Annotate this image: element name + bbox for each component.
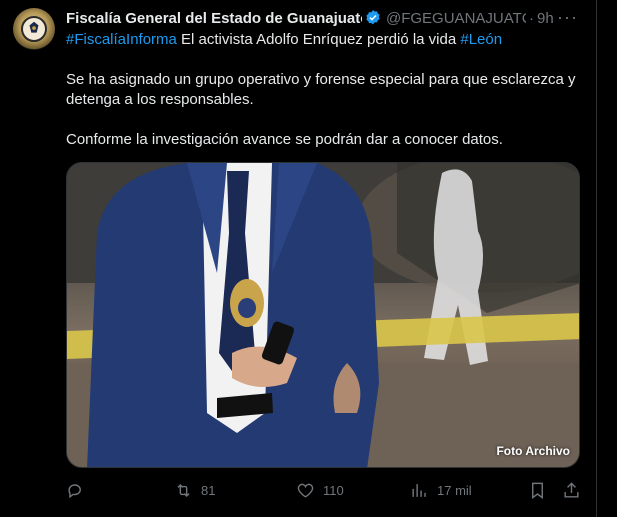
retweet-count: 81	[201, 482, 216, 498]
reply-icon	[68, 483, 81, 498]
action-bar: 81 110 17 mil	[66, 478, 586, 502]
tweet[interactable]: Fiscalía General del Estado de Guanajuat…	[0, 0, 597, 517]
retweet-button[interactable]: 81	[174, 478, 215, 502]
share-icon	[564, 481, 579, 498]
tweet-text: #FiscalíaInforma El activista Adolfo Enr…	[66, 30, 586, 150]
photo-illustration	[67, 163, 579, 467]
hashtag-leon[interactable]: #León	[460, 31, 502, 48]
seal-icon	[21, 16, 47, 42]
bookmark-icon	[532, 482, 543, 499]
tweet-line-1: #FiscalíaInforma El activista Adolfo Enr…	[66, 30, 586, 50]
views-button[interactable]: 17 mil	[410, 478, 472, 502]
more-icon[interactable]: ···	[557, 7, 578, 28]
share-button[interactable]	[562, 478, 581, 502]
separator-dot: ·	[529, 9, 534, 27]
author-handle[interactable]: @FGEGUANAJUATC	[386, 10, 526, 27]
like-count: 110	[323, 482, 344, 498]
retweet-icon	[177, 483, 190, 497]
tweet-header: Fiscalía General del Estado de Guanajuat…	[66, 7, 586, 28]
tweet-paragraph-3: Conforme la investigación avance se podr…	[66, 131, 503, 148]
tweet-photo[interactable]: Foto Archivo	[66, 162, 580, 468]
like-icon	[297, 483, 314, 498]
tweet-line-1-text: El activista Adolfo Enríquez perdió la v…	[176, 31, 461, 48]
bookmark-button[interactable]	[528, 478, 547, 502]
like-button[interactable]: 110	[296, 478, 344, 502]
views-count: 17 mil	[437, 482, 472, 498]
author-name[interactable]: Fiscalía General del Estado de Guanajuat…	[66, 10, 362, 27]
hashtag-fiscaliainforma[interactable]: #FiscalíaInforma	[66, 31, 177, 48]
tweet-paragraph-2: Se ha asignado un grupo operativo y fore…	[66, 71, 576, 108]
reply-button[interactable]	[66, 478, 93, 502]
verified-badge-icon	[366, 10, 380, 25]
avatar[interactable]	[13, 8, 55, 50]
photo-caption: Foto Archivo	[496, 444, 570, 458]
timestamp[interactable]: 9h	[537, 10, 554, 27]
views-icon	[412, 483, 426, 497]
